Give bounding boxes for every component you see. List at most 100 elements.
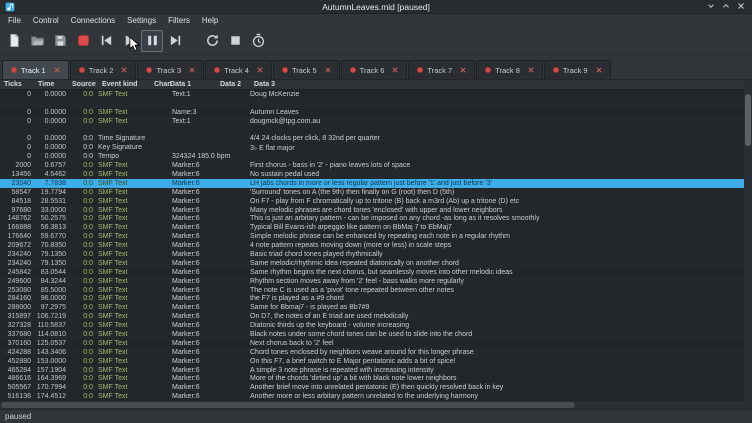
vertical-scrollbar[interactable]	[744, 80, 752, 401]
table-row[interactable]: 337680114.08100:0SMF TextMarker:6Black n…	[0, 330, 744, 339]
vertical-scrollbar-handle[interactable]	[745, 94, 751, 146]
table-row[interactable]: 25308085.50000:0SMF TextMarker:6The note…	[0, 286, 744, 295]
track-tabbar: Track 1Track 2Track 3Track 4Track 5Track…	[0, 55, 752, 80]
table-row[interactable]: 516136174.45120:0SMF TextMarker:6Another…	[0, 392, 744, 401]
menu-item-connections[interactable]: Connections	[65, 14, 121, 27]
menu-item-control[interactable]: Control	[27, 14, 65, 27]
cell-time: 4.5462	[34, 171, 68, 178]
column-header-chan[interactable]: Chan	[150, 81, 166, 88]
pause-button[interactable]	[141, 30, 163, 52]
cell-data3: More of the chords 'dirtied up' a bit wi…	[250, 375, 744, 382]
table-row[interactable]: 315897106.72190:0SMF TextMarker:6On D7, …	[0, 312, 744, 321]
menu-item-settings[interactable]: Settings	[121, 14, 162, 27]
table-row[interactable]: 00.00000:0SMF TextName:3Autumn Leaves	[0, 108, 744, 117]
tab-close-icon[interactable]	[256, 66, 264, 74]
column-header-data-3[interactable]: Data 3	[250, 81, 744, 88]
table-row[interactable]: 00.00000:0SMF TextText:1Doug McKenzie	[0, 90, 744, 99]
record-button[interactable]	[72, 30, 94, 52]
table-row[interactable]: 370160125.05370:0SMF TextMarker:6Next ch…	[0, 339, 744, 348]
tab-track-6[interactable]: Track 6	[341, 60, 408, 79]
menu-item-filters[interactable]: Filters	[162, 14, 196, 27]
tab-close-icon[interactable]	[459, 66, 467, 74]
tab-close-icon[interactable]	[53, 66, 61, 74]
table-row[interactable]: 230407.78380:0SMF TextMarker:6LH jabs ch…	[0, 179, 744, 188]
tab-close-icon[interactable]	[391, 66, 399, 74]
file-save-button[interactable]	[49, 30, 71, 52]
table-row[interactable]: 20000.67570:0SMF TextMarker:6First choru…	[0, 161, 744, 170]
tab-track-3[interactable]: Track 3	[137, 60, 204, 79]
table-row[interactable]: 23424079.13500:0SMF TextMarker:6Same mel…	[0, 259, 744, 268]
column-header-data-1[interactable]: Data 1	[166, 81, 216, 88]
table-row[interactable]: 452880153.00000:0SMF TextMarker:6On this…	[0, 357, 744, 366]
tab-close-icon[interactable]	[527, 66, 535, 74]
table-row[interactable]: 327328110.58370:0SMF TextMarker:6Diatoni…	[0, 321, 744, 330]
record-icon	[76, 33, 91, 48]
tab-track-9[interactable]: Track 9	[544, 60, 611, 79]
skip-backward-button[interactable]	[95, 30, 117, 52]
titlebar[interactable]: AutumnLeaves.mid [paused]	[0, 0, 752, 14]
table-row[interactable]: 134564.54620:0SMF TextMarker:6No sustain…	[0, 170, 744, 179]
window-title: AutumnLeaves.mid [paused]	[0, 0, 752, 14]
column-header-ticks[interactable]: Ticks	[0, 81, 34, 88]
cell-kind: SMF Text	[98, 162, 150, 169]
horizontal-scrollbar-handle[interactable]	[1, 402, 575, 408]
timer-button[interactable]	[247, 30, 269, 52]
column-header-event-kind[interactable]: Event kind	[98, 81, 150, 88]
close-button[interactable]	[735, 1, 747, 13]
loop-button[interactable]	[201, 30, 223, 52]
table-row[interactable]: 28416096.00000:0SMF TextMarker:6the F7 i…	[0, 294, 744, 303]
file-open-button[interactable]	[26, 30, 48, 52]
menu-item-file[interactable]: File	[2, 14, 27, 27]
table-row[interactable]: 00.00000:0SMF TextText:1dougmck@tpg.com.…	[0, 117, 744, 126]
play-button[interactable]	[118, 30, 140, 52]
cell-kind: SMF Text	[98, 295, 150, 302]
table-row[interactable]: 00.00000:0Key Signature3♭ E flat major	[0, 143, 744, 152]
menu-item-help[interactable]: Help	[196, 14, 224, 27]
table-row[interactable]: 16688856.38130:0SMF TextMarker:6Typical …	[0, 223, 744, 232]
cell-time: 85.5000	[34, 287, 68, 294]
stop-button[interactable]	[224, 30, 246, 52]
maximize-button[interactable]	[720, 1, 732, 13]
tab-track-8[interactable]: Track 8	[476, 60, 543, 79]
table-row[interactable]: 00.00000:0Tempo324324 185.0 bpm	[0, 152, 744, 161]
cell-source: 0:0	[68, 198, 98, 205]
cell-source: 0:0	[68, 242, 98, 249]
tab-track-2[interactable]: Track 2	[70, 60, 137, 79]
table-row[interactable]: 17664059.67700:0SMF TextMarker:6Simple m…	[0, 232, 744, 241]
table-row[interactable]: 465284157.19040:0SMF TextMarker:6A simpl…	[0, 366, 744, 375]
file-new-button[interactable]	[3, 30, 25, 52]
tab-track-4[interactable]: Track 4	[205, 60, 272, 79]
table-row[interactable]: 486616164.39690:0SMF TextMarker:6More of…	[0, 375, 744, 384]
table-row[interactable]: 8451828.55310:0SMF TextMarker:6On F7 - p…	[0, 197, 744, 206]
column-header-data-2[interactable]: Data 2	[216, 81, 250, 88]
table-row[interactable]: 424288143.34060:0SMF TextMarker:6Chord t…	[0, 348, 744, 357]
table-row[interactable]: 23424079.13500:0SMF TextMarker:6Basic tr…	[0, 250, 744, 259]
horizontal-scrollbar[interactable]	[0, 401, 752, 409]
table-row[interactable]: 14876250.25750:0SMF TextMarker:6This is …	[0, 214, 744, 223]
table-row[interactable]: 00.00000:0Time Signature4/4 24 clocks pe…	[0, 134, 744, 143]
table-row[interactable]: 24584283.05440:0SMF TextMarker:6Same rhy…	[0, 268, 744, 277]
tab-track-1[interactable]: Track 1	[2, 60, 69, 79]
tab-close-icon[interactable]	[595, 66, 603, 74]
table-row[interactable]: 505567170.79940:0SMF TextMarker:6Another…	[0, 383, 744, 392]
cell-time: 110.5837	[34, 322, 68, 329]
cell-data1: Marker:6	[166, 287, 216, 294]
tab-close-icon[interactable]	[188, 66, 196, 74]
table-row[interactable]	[0, 126, 744, 135]
table-row[interactable]: 9768033.00000:0SMF TextMarker:6Many melo…	[0, 206, 744, 215]
column-header-time[interactable]: Time	[34, 81, 68, 88]
cell-data3: This is just an arbitary pattern - can b…	[250, 215, 744, 222]
cell-time: 84.3244	[34, 278, 68, 285]
tab-close-icon[interactable]	[120, 66, 128, 74]
minimize-button[interactable]	[705, 1, 717, 13]
table-row[interactable]: 28800097.29750:0SMF TextMarker:6Same for…	[0, 303, 744, 312]
table-row[interactable]: 20967270.83500:0SMF TextMarker:64 note p…	[0, 241, 744, 250]
column-header-source[interactable]: Source	[68, 81, 98, 88]
skip-forward-button[interactable]	[164, 30, 186, 52]
tab-track-7[interactable]: Track 7	[408, 60, 475, 79]
tab-track-5[interactable]: Track 5	[273, 60, 340, 79]
table-row[interactable]	[0, 99, 744, 108]
tab-close-icon[interactable]	[324, 66, 332, 74]
table-row[interactable]: 24960084.32440:0SMF TextMarker:6Rhythm s…	[0, 277, 744, 286]
table-row[interactable]: 5854719.77940:0SMF TextMarker:6'Surround…	[0, 188, 744, 197]
